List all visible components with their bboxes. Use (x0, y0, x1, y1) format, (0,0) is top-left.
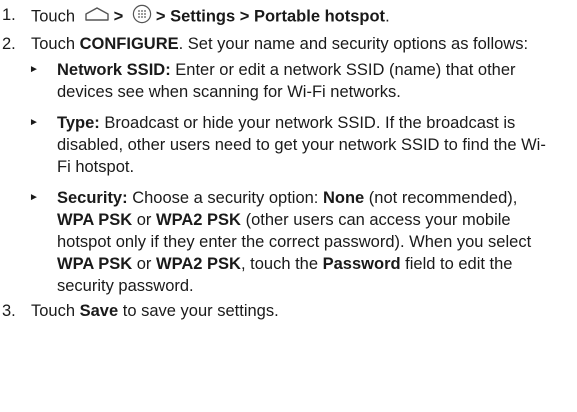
bullet-arrow-icon: ► (29, 117, 39, 128)
list-item-network-ssid: ► Network SSID: Enter or edit a network … (29, 61, 516, 101)
step-3: 3. Touch Save to save your settings. (0, 300, 577, 322)
step-number: 2. (2, 35, 16, 53)
list-item-security: ► Security: Choose a security option: No… (29, 189, 532, 295)
step-number: 3. (2, 302, 16, 320)
instructions-page: 1. Touch > > Settings > Portable hotspot… (0, 0, 577, 412)
home-icon (84, 6, 110, 28)
step-text: Touch > > Settings > Portable hotspot. (23, 4, 577, 30)
apps-icon (132, 4, 152, 30)
step-number: 1. (2, 6, 16, 24)
bullet-arrow-icon: ► (29, 64, 39, 75)
step-text: Touch Save to save your settings. (31, 302, 279, 320)
step-2: 2. Touch CONFIGURE. Set your name and se… (0, 33, 577, 306)
step-1: 1. Touch > > Settings > Portable hotspot… (0, 4, 577, 30)
option-list: ► Network SSID: Enter or edit a network … (29, 59, 569, 297)
list-item-type: ► Type: Broadcast or hide your network S… (29, 114, 546, 176)
bullet-arrow-icon: ► (29, 192, 39, 203)
step-text: Touch CONFIGURE. Set your name and secur… (23, 33, 577, 306)
